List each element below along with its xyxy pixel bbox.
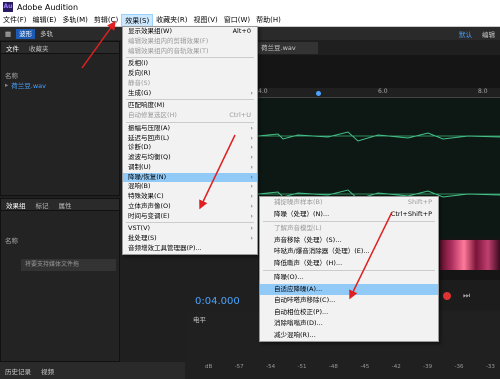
annotation-arrows — [81, 20, 393, 300]
arrow-to-noise-item — [199, 134, 236, 210]
arrow-to-adaptive-noise — [349, 211, 393, 300]
arrow-to-effects-menu — [81, 20, 116, 69]
